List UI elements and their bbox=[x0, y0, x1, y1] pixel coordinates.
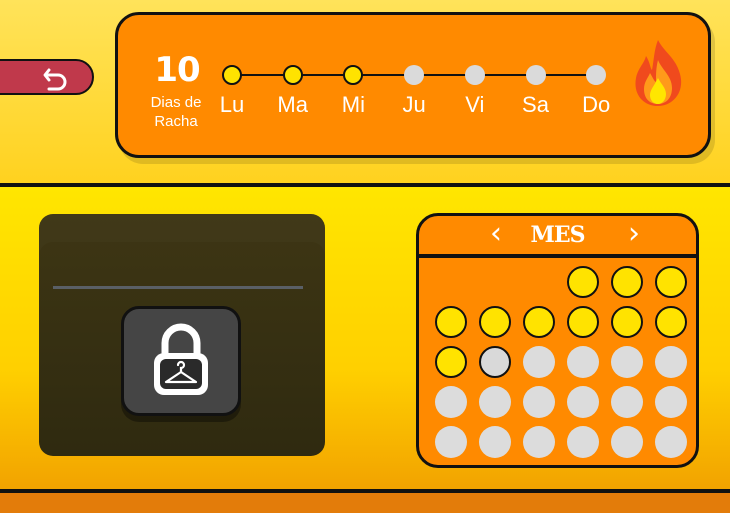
calendar-day-cell[interactable] bbox=[435, 306, 467, 338]
calendar-day-cell[interactable] bbox=[611, 346, 643, 378]
streak-day-label: Lu bbox=[219, 92, 245, 117]
calendar-day-cell[interactable] bbox=[479, 306, 511, 338]
calendar-header-divider bbox=[419, 254, 696, 258]
streak-label-line2: Racha bbox=[154, 113, 198, 130]
streak-day-label: Sa bbox=[522, 92, 549, 117]
clothes-rail bbox=[53, 286, 303, 289]
streak-day-dot bbox=[222, 65, 242, 85]
back-arrow-icon bbox=[43, 68, 67, 91]
streak-day-label: Do bbox=[582, 92, 611, 117]
calendar-day-cell[interactable] bbox=[567, 266, 599, 298]
streak-day-label: Vi bbox=[465, 92, 485, 117]
calendar-day-cell[interactable] bbox=[523, 426, 555, 458]
streak-day-label: Ma bbox=[277, 92, 308, 117]
calendar-title: MES bbox=[530, 222, 585, 248]
calendar-day-cell[interactable] bbox=[655, 386, 687, 418]
calendar-day-cell[interactable] bbox=[567, 346, 599, 378]
calendar-day-cell[interactable] bbox=[523, 306, 555, 338]
streak-label: Dias de Racha bbox=[140, 93, 212, 131]
streak-label-line1: Dias de bbox=[150, 94, 202, 111]
calendar-day-cell[interactable] bbox=[611, 306, 643, 338]
calendar-day-cell[interactable] bbox=[435, 426, 467, 458]
calendar-day-cell[interactable] bbox=[567, 426, 599, 458]
calendar-day-cell[interactable] bbox=[523, 346, 555, 378]
streak-day-label: Ju bbox=[402, 92, 426, 117]
streak-count: 10 bbox=[154, 50, 200, 90]
calendar-day-cell[interactable] bbox=[655, 426, 687, 458]
back-button[interactable] bbox=[0, 59, 94, 95]
calendar-next-button[interactable]: › bbox=[619, 219, 649, 250]
lock-hanger-icon bbox=[154, 323, 208, 395]
calendar-day-cell[interactable] bbox=[655, 266, 687, 298]
locked-wardrobe-button[interactable] bbox=[121, 306, 241, 416]
streak-panel bbox=[115, 12, 711, 158]
calendar-day-cell[interactable] bbox=[567, 386, 599, 418]
streak-day-dot bbox=[282, 65, 303, 85]
calendar-day-cell[interactable] bbox=[567, 306, 599, 338]
calendar-day-cell[interactable] bbox=[479, 426, 511, 458]
calendar-day-cell[interactable] bbox=[655, 306, 687, 338]
calendar-day-cell[interactable] bbox=[479, 346, 511, 378]
calendar-day-cell[interactable] bbox=[611, 266, 643, 298]
monthly-calendar: ‹ MES › bbox=[416, 213, 699, 468]
calendar-day-cell[interactable] bbox=[611, 386, 643, 418]
streak-day-dot bbox=[525, 65, 546, 85]
bottom-strip bbox=[0, 493, 730, 513]
calendar-day-cell[interactable] bbox=[523, 386, 555, 418]
streak-day-dot bbox=[404, 65, 425, 85]
streak-day-label: Mi bbox=[341, 92, 365, 117]
streak-day-dot bbox=[464, 65, 485, 85]
calendar-day-cell[interactable] bbox=[611, 426, 643, 458]
calendar-day-cell[interactable] bbox=[435, 386, 467, 418]
calendar-day-cell[interactable] bbox=[479, 386, 511, 418]
calendar-day-cell[interactable] bbox=[435, 346, 467, 378]
flame-icon bbox=[635, 40, 682, 106]
calendar-day-cell[interactable] bbox=[655, 346, 687, 378]
